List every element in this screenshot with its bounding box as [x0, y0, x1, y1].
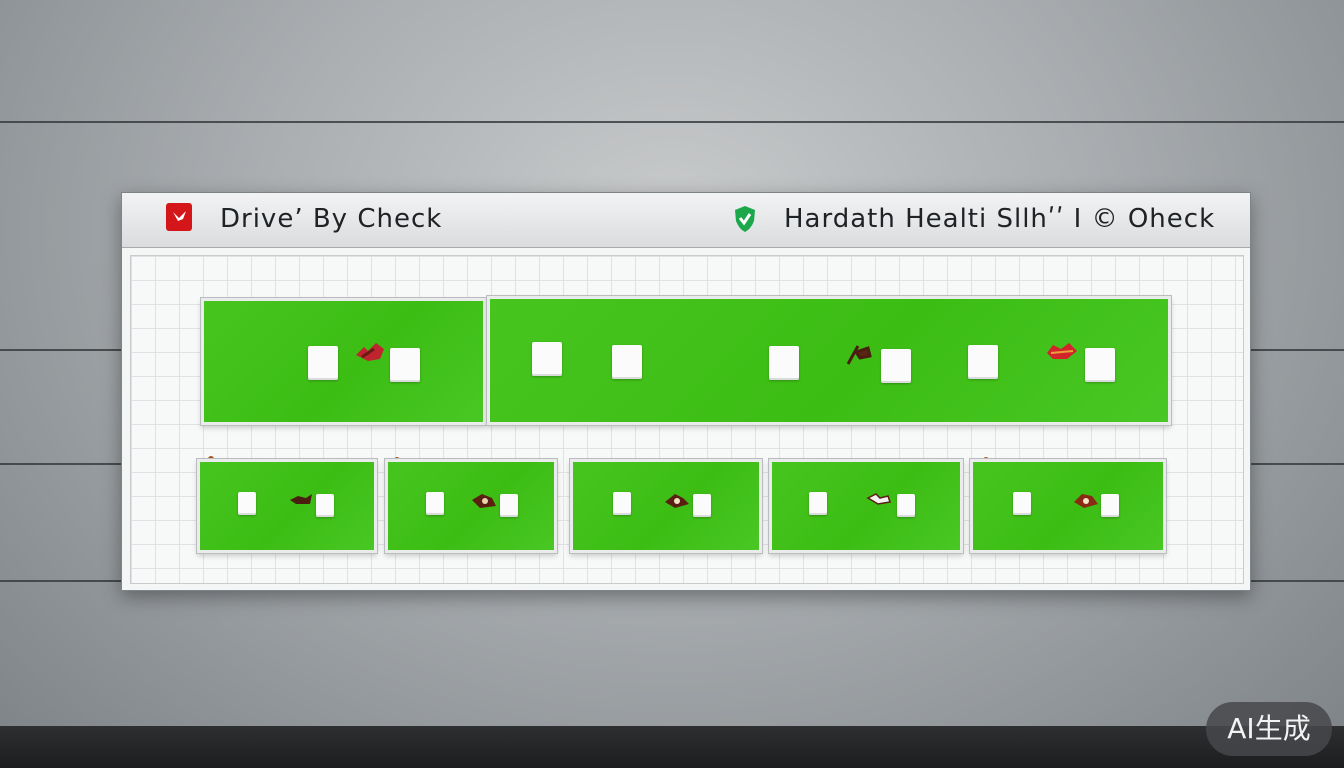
panel-header: Driveʼ By Check Hardath Healti Sllhʹʹ I …: [122, 193, 1250, 248]
drive-by-check-title: Driveʼ By Check: [220, 204, 443, 234]
status-box: [769, 346, 799, 380]
status-box: [1085, 348, 1115, 382]
check-panel: Driveʼ By Check Hardath Healti Sllhʹʹ I …: [121, 192, 1251, 591]
status-tile[interactable]: [201, 298, 486, 425]
health-check-title: Hardath Healti Sllhʹʹ I © Oheck: [784, 204, 1216, 234]
status-box: [500, 494, 518, 517]
status-tile[interactable]: [487, 296, 1171, 425]
tool-icon: [866, 493, 891, 505]
status-box: [1013, 492, 1031, 515]
tool-icon: [472, 494, 496, 508]
status-box: [881, 349, 911, 383]
tool-icon: [665, 494, 689, 508]
status-box: [316, 494, 334, 517]
tool-icon: [290, 494, 312, 504]
status-box: [809, 492, 827, 515]
status-box: [238, 492, 256, 515]
status-box: [1101, 494, 1119, 517]
status-box: [612, 345, 642, 379]
status-box: [426, 492, 444, 515]
status-box: [308, 346, 338, 380]
tool-icon: [356, 343, 384, 361]
shield-check-icon[interactable]: [734, 205, 756, 233]
tool-icon: [1074, 494, 1098, 508]
status-tile[interactable]: [970, 459, 1166, 553]
background-line: [0, 121, 1344, 123]
status-tile[interactable]: [385, 459, 557, 553]
status-box: [693, 494, 711, 517]
ai-generated-badge: AI生成: [1206, 702, 1332, 756]
status-box: [532, 342, 562, 376]
tool-icon: [1047, 343, 1077, 359]
status-box: [613, 492, 631, 515]
bottom-bar: [0, 726, 1344, 768]
status-box: [897, 494, 915, 517]
status-tile[interactable]: [570, 459, 762, 553]
status-box: [968, 345, 998, 379]
status-tile[interactable]: [769, 459, 963, 553]
tool-icon: [846, 345, 872, 365]
flag-icon[interactable]: [166, 203, 192, 231]
status-tile[interactable]: [197, 459, 377, 553]
status-box: [390, 348, 420, 382]
